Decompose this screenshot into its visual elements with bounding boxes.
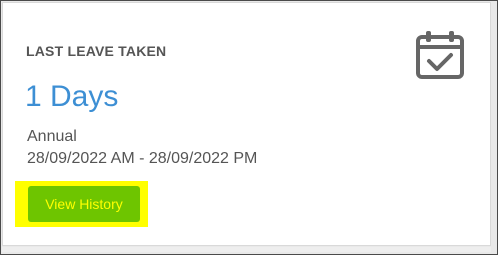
card-title: LAST LEAVE TAKEN [26, 43, 167, 59]
card-bottom-shade [2, 247, 491, 252]
leave-type: Annual [27, 128, 77, 145]
days-value: 1 Days [25, 80, 119, 113]
view-history-button[interactable]: View History [28, 186, 140, 222]
calendar-check-icon [416, 31, 464, 79]
leave-date-range: 28/09/2022 AM - 28/09/2022 PM [27, 150, 258, 167]
